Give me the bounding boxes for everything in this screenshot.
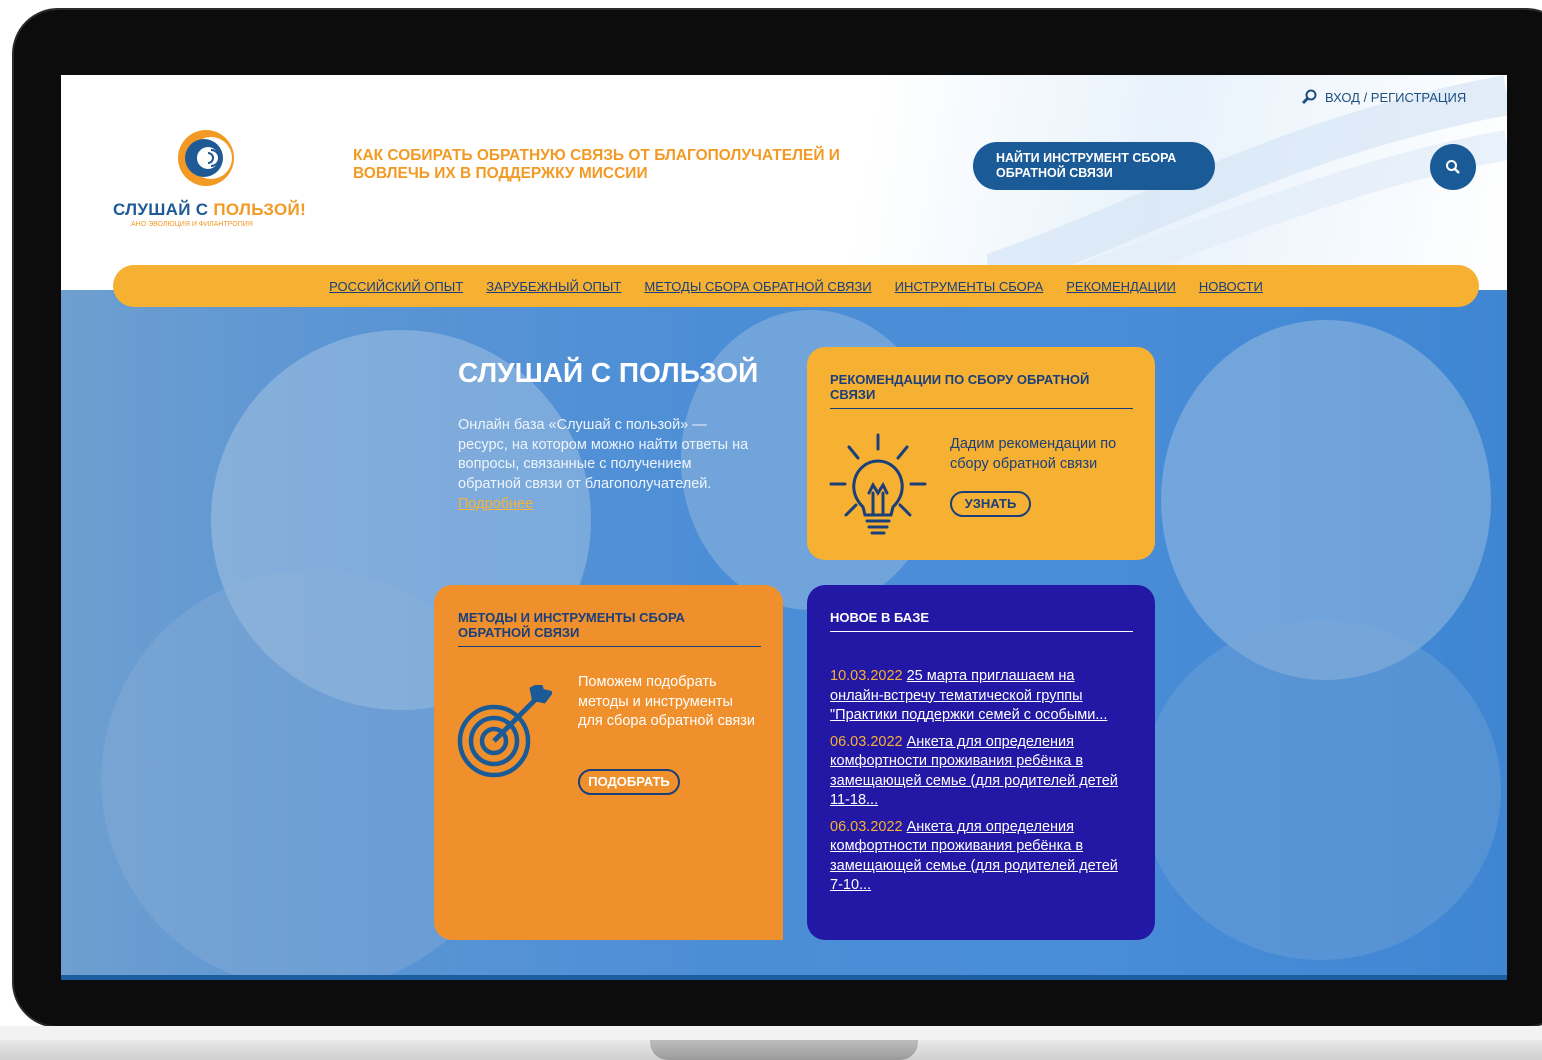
hero-title: Слушай с пользой <box>458 357 759 388</box>
news-card: Новое в базе 10.03.2022 25 марта приглаш… <box>807 585 1155 940</box>
card-title: Новое в базе <box>830 610 930 625</box>
logo-subtitle: АНО ЭВОЛЮЦИЯ И ФИЛАНТРОПИЯ <box>131 221 253 228</box>
hero-text: Онлайн база «Слушай с пользой» — ресурс,… <box>458 417 749 492</box>
card-divider <box>830 408 1133 409</box>
select-button[interactable]: Подобрать <box>578 769 680 795</box>
methods-card: Методы и инструменты сбора обратной связ… <box>434 585 783 940</box>
learn-button[interactable]: Узнать <box>950 491 1031 517</box>
card-divider <box>830 631 1133 632</box>
card-divider <box>458 646 761 647</box>
nav-item-russian-experience[interactable]: Российский опыт <box>329 279 463 294</box>
nav-item-recommendations[interactable]: Рекомендации <box>1066 279 1176 294</box>
news-list: 10.03.2022 25 марта приглашаем на онлайн… <box>830 667 1120 903</box>
news-item: 06.03.2022 Анкета для определения комфор… <box>830 818 1120 896</box>
news-date: 06.03.2022 <box>830 733 903 750</box>
search-button[interactable] <box>1430 144 1476 190</box>
news-date: 10.03.2022 <box>830 668 903 684</box>
recommendations-card: Рекомендации по сбору обратной связи Дад… <box>807 347 1155 560</box>
logo-mark-icon <box>178 130 234 186</box>
search-icon <box>1446 160 1460 174</box>
site-header: СЛУШАЙ С ПОЛЬЗОЙ! АНО ЭВОЛЮЦИЯ И ФИЛАНТР… <box>61 75 1507 290</box>
find-tool-button[interactable]: Найти инструмент сбора обратной связи <box>973 142 1215 190</box>
hero-more-link[interactable]: Подробнее <box>458 496 533 512</box>
hero-background <box>61 290 1507 980</box>
nav-item-methods[interactable]: Методы сбора обратной связи <box>644 279 871 294</box>
news-date: 06.03.2022 <box>830 818 903 835</box>
lightbulb-icon <box>829 433 927 535</box>
nav-item-tools[interactable]: Инструменты сбора <box>895 279 1044 294</box>
laptop-notch <box>650 1040 918 1060</box>
logo-text: СЛУШАЙ С ПОЛЬЗОЙ! <box>113 200 307 219</box>
main-nav: Российский опыт Зарубежный опыт Методы с… <box>113 265 1479 307</box>
website-screen: СЛУШАЙ С ПОЛЬЗОЙ! АНО ЭВОЛЮЦИЯ И ФИЛАНТР… <box>61 75 1507 980</box>
login-label: Вход / Регистрация <box>1325 89 1467 105</box>
card-text: Поможем подобрать методы и инструменты д… <box>578 674 755 729</box>
search-icon <box>1301 89 1317 105</box>
nav-item-foreign-experience[interactable]: Зарубежный опыт <box>486 279 621 294</box>
card-text: Дадим рекомендации по сбору обратной свя… <box>950 436 1117 472</box>
site-logo[interactable]: СЛУШАЙ С ПОЛЬЗОЙ! АНО ЭВОЛЮЦИЯ И ФИЛАНТР… <box>109 123 309 233</box>
footer-line <box>61 975 1507 980</box>
login-link[interactable]: Вход / Регистрация <box>1301 89 1466 105</box>
nav-item-news[interactable]: Новости <box>1199 279 1263 294</box>
target-icon <box>457 685 552 778</box>
card-title: Рекомендации по сбору обратной связи <box>830 372 1090 402</box>
card-title: Методы и инструменты сбора обратной связ… <box>458 610 685 640</box>
site-tagline: Как собирать обратную связь от благополу… <box>353 147 840 182</box>
news-item: 10.03.2022 25 марта приглашаем на онлайн… <box>830 667 1120 726</box>
news-item: 06.03.2022 Анкета для определения комфор… <box>830 733 1120 811</box>
